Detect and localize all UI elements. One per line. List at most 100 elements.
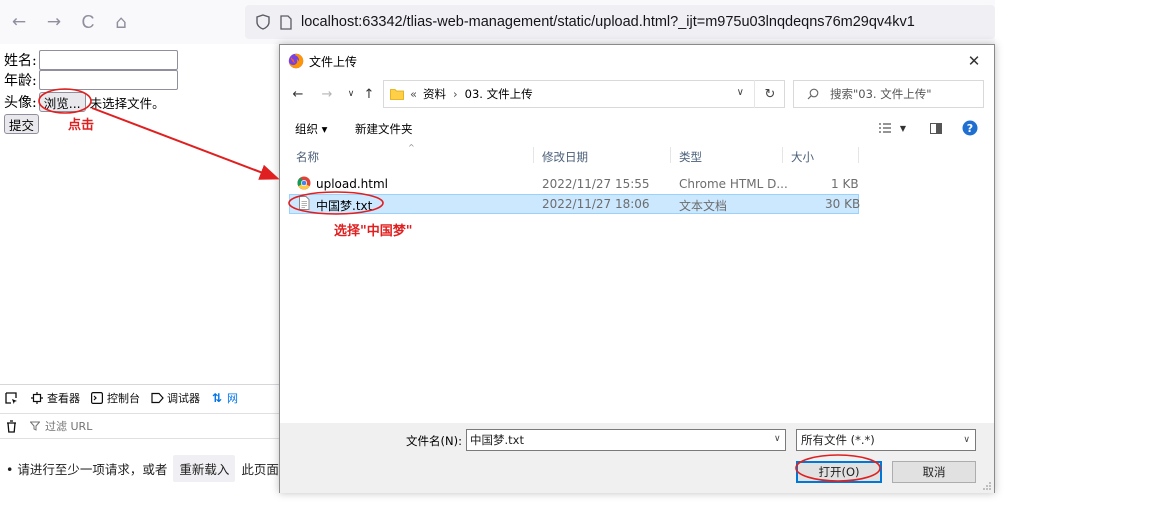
open-button[interactable]: 打开(O) [796,461,882,483]
breadcrumb-separator-icon: › [453,87,458,101]
tab-debugger-label: 调试器 [167,392,200,405]
resize-grip-icon[interactable] [982,481,992,491]
cancel-button[interactable]: 取消 [892,461,976,483]
message-prefix: • 请进行至少一项请求，或者 [6,462,168,477]
column-separator[interactable] [858,147,859,163]
new-folder-button[interactable]: 新建文件夹 [355,121,413,137]
url-bar[interactable]: localhost:63342/tlias-web-management/sta… [245,5,995,39]
filetype-select[interactable]: 所有文件 (*.*) ∨ [796,429,976,451]
column-header-name[interactable]: 名称 [296,149,319,165]
help-icon[interactable]: ? [961,119,979,137]
column-separator[interactable] [670,147,671,163]
column-header-size[interactable]: 大小 [791,149,814,165]
dialog-command-bar: 组织 ▾ 新建文件夹 ▼ ? [280,113,994,143]
trash-icon[interactable] [6,419,20,433]
dialog-title: 文件上传 [309,54,358,69]
filename-label: 文件名(N): [406,434,462,448]
file-date: 2022/11/27 15:55 [542,177,650,191]
recent-locations-chevron-icon[interactable]: ∨ [342,85,360,103]
address-bar[interactable]: « 资料 › 03. 文件上传 ∨ ↻ [383,80,785,108]
filename-history-chevron-icon[interactable]: ∨ [774,434,781,444]
name-label: 姓名: [4,53,37,69]
submit-button[interactable]: 提交 [4,114,40,134]
tab-network[interactable]: ⇅ 网 [210,390,238,406]
back-arrow-icon[interactable]: ← [289,85,307,103]
browse-button[interactable]: 浏览... [38,92,86,112]
address-dropdown-icon[interactable]: ∨ [737,87,744,98]
inspector-icon [30,391,44,405]
folder-icon [390,89,404,100]
svg-text:?: ? [967,122,973,135]
age-label: 年龄: [4,73,37,89]
search-box[interactable]: 搜索"03. 文件上传" [793,80,984,108]
no-file-text: 未选择文件。 [89,95,165,111]
dialog-title-bar: 文件上传 ✕ [280,45,994,77]
console-icon [90,391,104,405]
file-upload-dialog: 文件上传 ✕ ← → ∨ ↑ « 资料 › 03. 文件上传 ∨ ↻ 搜索"03… [279,44,995,493]
devtools-filter-bar: 过滤 URL [0,413,280,439]
file-list: ^ 名称 修改日期 类型 大小 upload.html 2022/11/27 1… [280,143,994,421]
shield-icon[interactable] [255,14,271,30]
firefox-icon [288,53,304,69]
organize-button[interactable]: 组织 ▾ [295,121,327,137]
view-options-icon[interactable] [876,119,894,137]
file-row[interactable]: upload.html 2022/11/27 15:55 Chrome HTML… [289,174,859,194]
browser-toolbar: ← → C ⌂ localhost:63342/tlias-web-manage… [0,0,995,44]
page-icon [279,14,293,30]
avatar-row: 头像: 浏览... 未选择文件。 [4,92,165,112]
file-type: 文本文档 [679,199,728,213]
url-text[interactable]: localhost:63342/tlias-web-management/sta… [301,14,915,30]
sort-up-icon: ^ [408,143,415,152]
filter-icon [30,421,42,431]
breadcrumb-item[interactable]: 03. 文件上传 [465,86,533,102]
breadcrumb-item[interactable]: 资料 [423,86,446,102]
refresh-icon[interactable]: ↻ [754,80,785,108]
column-separator[interactable] [533,147,534,163]
file-row-selected[interactable]: 中国梦.txt 2022/11/27 18:06 文本文档 30 KB [289,194,861,214]
column-separator[interactable] [782,147,783,163]
reload-icon[interactable]: C [77,11,99,33]
devtools-empty-message: • 请进行至少一项请求，或者 重新载入 此页面以 [6,455,280,482]
avatar-label: 头像: [4,95,37,111]
devtools-tabs: 查看器 控制台 调试器 ⇅ 网 [0,385,280,411]
age-input[interactable] [38,70,178,90]
name-input[interactable] [38,50,178,70]
tab-inspector[interactable]: 查看器 [30,390,80,406]
text-file-icon [299,196,310,210]
search-icon [806,87,820,101]
file-size: 30 KB [825,197,861,211]
select-annotation: 选择"中国梦" [334,224,413,239]
tab-debugger[interactable]: 调试器 [150,390,200,406]
filter-url-input[interactable]: 过滤 URL [45,418,92,434]
back-arrow-icon[interactable]: ← [8,11,30,33]
forward-arrow-icon[interactable]: → [318,85,336,103]
tab-console[interactable]: 控制台 [90,390,140,406]
debugger-icon [150,391,164,405]
home-icon[interactable]: ⌂ [110,11,132,33]
forward-arrow-icon[interactable]: → [43,11,65,33]
dialog-footer: 文件名(N): 中国梦.txt ∨ 所有文件 (*.*) ∨ 打开(O) 取消 [280,423,994,493]
up-arrow-icon[interactable]: ↑ [360,85,378,103]
pick-element-icon[interactable] [5,391,18,405]
tab-console-label: 控制台 [107,392,140,405]
file-name: upload.html [316,177,389,191]
name-row: 姓名: [4,50,178,70]
column-header-date[interactable]: 修改日期 [542,149,588,165]
preview-pane-icon[interactable] [927,119,945,137]
dialog-nav-bar: ← → ∨ ↑ « 资料 › 03. 文件上传 ∨ ↻ 搜索"03. 文件上传" [280,77,994,111]
filename-input[interactable]: 中国梦.txt [466,429,786,451]
filetype-value: 所有文件 (*.*) [801,433,875,447]
tab-inspector-label: 查看器 [47,392,80,405]
reload-page-button[interactable]: 重新载入 [173,455,236,482]
tab-network-label: 网 [227,392,238,405]
view-dropdown-icon[interactable]: ▼ [894,119,912,137]
column-header-type[interactable]: 类型 [679,149,702,165]
file-date: 2022/11/27 18:06 [542,197,650,211]
network-icon: ⇅ [211,391,223,405]
search-placeholder: 搜索"03. 文件上传" [830,87,932,101]
file-type: Chrome HTML D... [679,177,788,191]
file-size: 1 KB [831,177,859,191]
close-icon[interactable]: ✕ [964,51,984,71]
age-row: 年龄: [4,70,178,90]
chrome-icon [297,176,311,190]
